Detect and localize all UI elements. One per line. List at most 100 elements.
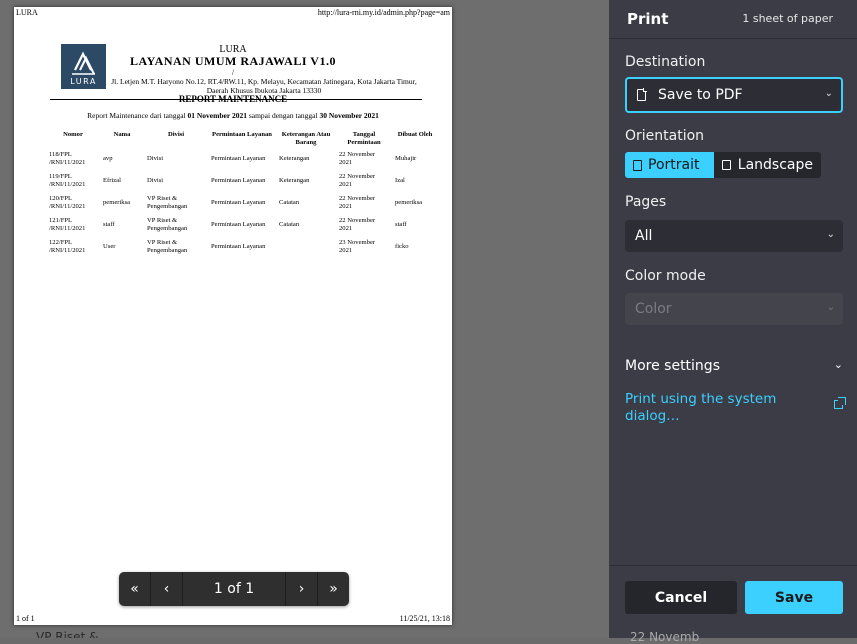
table-cell: pemeriksa — [395, 199, 423, 206]
header-divider — [609, 38, 857, 39]
page-navigator: « ‹ 1 of 1 › » — [119, 572, 349, 606]
table-cell: staff — [395, 221, 407, 228]
pages-label: Pages — [625, 194, 667, 210]
landscape-icon — [722, 160, 731, 170]
table-row: 122/FPL /RNI/11/2021 User VP Riset & Penge… — [46, 236, 438, 258]
report-range: Report Maintenance dari tanggal 01 Novem… — [87, 111, 379, 120]
page-header-url: http://lura-rni.my.id/admin.php?page=am — [317, 8, 450, 17]
background-text-left: VP Riset & — [36, 630, 99, 638]
letterhead-divider — [50, 99, 422, 100]
table-header-cell: Nama — [113, 131, 131, 138]
page-footer-timestamp: 11/25/21, 13:18 — [399, 614, 450, 623]
destination-value: Save to PDF — [658, 87, 743, 103]
next-page-button[interactable]: › — [285, 572, 317, 606]
chevron-down-icon: ⌄ — [833, 358, 843, 371]
sheet-count: 1 sheet of paper — [742, 12, 833, 25]
table-header-cell: Nomor — [63, 131, 83, 138]
table-row: 120/FPL /RNI/11/2021 pemeriksa VP Riset & … — [46, 192, 438, 214]
table-cell: VP Riset & Pengembangan — [147, 217, 188, 232]
letterhead-title: LAYANAN UMUM RAJAWALI V1.0 — [130, 54, 336, 68]
open-in-new-icon — [834, 397, 846, 409]
table-header-cell: Divisi — [167, 131, 185, 138]
table-cell: Keterangan — [279, 177, 310, 184]
table-cell: Muhajir — [395, 155, 417, 162]
letterhead-slash: / — [231, 68, 235, 77]
table-cell: VP Riset & Pengembangan — [147, 239, 188, 254]
table-cell: 122/FPL /RNI/11/2021 — [49, 239, 86, 254]
destination-select[interactable]: Save to PDF ⌄ — [625, 77, 843, 113]
table-cell: 118/FPL /RNI/11/2021 — [49, 151, 86, 166]
footer-divider — [609, 565, 857, 566]
save-button[interactable]: Save — [745, 581, 843, 614]
table-cell: Divisi — [147, 177, 164, 184]
table-cell: 120/FPL /RNI/11/2021 — [49, 195, 86, 210]
table-cell: Divisi — [147, 155, 164, 162]
table-header-cell: Tanggal Permintaan — [347, 131, 381, 146]
table-cell: User — [103, 243, 116, 250]
table-cell: 22 November 2021 — [339, 151, 376, 166]
table-cell: ficko — [395, 243, 409, 250]
more-settings-label: More settings — [625, 358, 720, 374]
pages-value: All — [635, 228, 653, 244]
chevron-down-icon: ⌄ — [824, 88, 833, 99]
table-cell: staff — [103, 221, 115, 228]
color-mode-select: Color ⌄ — [625, 293, 843, 325]
portrait-label: Portrait — [648, 157, 700, 173]
pages-select[interactable]: All ⌄ — [625, 220, 843, 252]
destination-label: Destination — [625, 54, 706, 70]
cancel-button[interactable]: Cancel — [625, 581, 737, 614]
preview-page: LURA http://lura-rni.my.id/admin.php?pag… — [14, 7, 452, 625]
chevron-down-icon: ⌄ — [826, 229, 835, 240]
chevron-down-icon: ⌄ — [826, 302, 835, 313]
table-cell: Efrizal — [103, 177, 121, 184]
svg-text:LURA: LURA — [70, 77, 97, 86]
table-cell: Keterangan — [279, 155, 310, 162]
table-cell: 121/FPL /RNI/11/2021 — [49, 217, 86, 232]
table-cell: 22 November 2021 — [339, 217, 376, 232]
table-cell: Permintaan Layanan — [211, 243, 266, 250]
table-cell: Permintaan Layanan — [211, 221, 266, 228]
color-mode-label: Color mode — [625, 268, 706, 284]
color-mode-value: Color — [635, 301, 672, 317]
table-cell: Permintaan Layanan — [211, 199, 266, 206]
table-cell: Permintaan Layanan — [211, 155, 266, 162]
system-dialog-link[interactable]: Print using the system dialog… — [625, 391, 805, 425]
letterhead-address: Jl. Letjen M.T. Haryono No.12, RT.4/RW.1… — [111, 77, 417, 95]
table-header-cell: Keterangan Atau Barang — [281, 131, 331, 146]
page-indicator: 1 of 1 — [213, 581, 255, 597]
table-cell: Catatan — [279, 199, 300, 206]
table-row: 121/FPL /RNI/11/2021 staff VP Riset & Peng… — [46, 214, 438, 236]
table-cell: VP Riset & Pengembangan — [147, 195, 188, 210]
table-cell: 22 November 2021 — [339, 173, 376, 188]
table-cell: Permintaan Layanan — [211, 177, 266, 184]
table-cell: Catatan — [279, 221, 300, 228]
table-cell: pemeriksa — [103, 199, 131, 206]
document-icon — [637, 88, 647, 101]
report-table: Nomor Nama Divisi Permintaan Layanan Keteran… — [46, 130, 438, 258]
table-cell — [276, 236, 336, 258]
page-footer-count: 1 of 1 — [16, 614, 35, 623]
orientation-label: Orientation — [625, 128, 705, 144]
first-page-button[interactable]: « — [119, 572, 151, 606]
more-settings-toggle[interactable]: More settings ⌄ — [625, 358, 843, 374]
table-cell: 119/FPL /RNI/11/2021 — [49, 173, 86, 188]
table-cell: avp — [103, 155, 113, 162]
table-cell: 23 November 2021 — [339, 239, 376, 254]
portrait-button[interactable]: Portrait — [625, 152, 714, 178]
print-preview-area: LURA http://lura-rni.my.id/admin.php?pag… — [0, 0, 609, 638]
landscape-button[interactable]: Landscape — [714, 152, 821, 178]
background-text-right: 22 Novemb — [630, 630, 700, 644]
print-title: Print — [627, 10, 669, 28]
last-page-button[interactable]: » — [317, 572, 349, 606]
landscape-label: Landscape — [737, 157, 813, 173]
table-cell: 22 November 2021 — [339, 195, 376, 210]
table-row: 119/FPL /RNI/11/2021 Efrizal Divisi Permint… — [46, 170, 438, 192]
prev-page-button[interactable]: ‹ — [151, 572, 183, 606]
table-header-cell: Permintaan Layanan — [212, 131, 272, 138]
page-header-left: LURA — [16, 8, 38, 17]
table-row: 118/FPL /RNI/11/2021 avp Divisi Permintaan … — [46, 148, 438, 170]
table-header-cell: Dibuat Oleh — [397, 131, 433, 138]
portrait-icon — [633, 159, 642, 171]
table-cell: Izal — [395, 177, 405, 184]
print-settings-panel: Print 1 sheet of paper Destination Save … — [609, 0, 857, 644]
